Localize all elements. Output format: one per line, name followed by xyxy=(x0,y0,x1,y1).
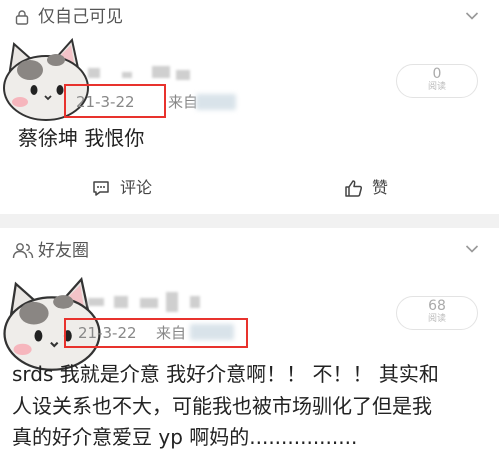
blurred-username xyxy=(190,296,200,308)
blurred-username xyxy=(140,298,158,308)
post1-read-count: 0 阅读 xyxy=(396,64,478,98)
friends-icon xyxy=(12,243,34,259)
blurred-source xyxy=(190,324,234,340)
blurred-username xyxy=(152,66,170,78)
like-button[interactable]: 赞 xyxy=(344,178,404,200)
section-divider xyxy=(0,214,499,228)
blurred-username xyxy=(166,292,178,312)
like-label: 赞 xyxy=(372,178,389,197)
blurred-username xyxy=(176,70,190,80)
comment-button[interactable]: 评论 xyxy=(92,178,162,200)
post2-text-line: 人设关系也不大，可能我也被市场驯化了但是我 xyxy=(12,394,432,418)
post2-read-count: 68 阅读 xyxy=(396,296,478,330)
post2-text-line: 真的好介意爱豆 yp 啊妈的................. xyxy=(12,425,358,449)
post2-source-prefix: 来自 xyxy=(156,324,187,342)
like-icon xyxy=(345,180,363,197)
blurred-source xyxy=(196,94,236,110)
post1-visibility-label: 仅自己可见 xyxy=(38,7,123,27)
blurred-username xyxy=(122,72,132,78)
comment-icon xyxy=(93,181,109,196)
post2-date: 21-3-22 xyxy=(78,324,137,342)
blurred-username xyxy=(88,68,100,78)
post2-visibility-row: 好友圈 xyxy=(0,234,499,270)
post2-text-line: srds 我就是介意 我好介意啊！！ 不！！ 其实和 xyxy=(12,362,439,386)
post1-text: 蔡徐坤 我恨你 xyxy=(18,126,145,150)
post1-source-prefix: 来自 xyxy=(168,93,199,111)
blurred-username xyxy=(114,296,128,308)
post2-visibility-label: 好友圈 xyxy=(38,241,89,261)
chevron-down-icon[interactable] xyxy=(465,244,479,254)
blurred-username xyxy=(88,298,104,306)
lock-icon xyxy=(15,10,29,25)
chevron-down-icon[interactable] xyxy=(465,11,479,21)
comment-label: 评论 xyxy=(120,178,153,197)
post1-date: 21-3-22 xyxy=(76,93,135,111)
